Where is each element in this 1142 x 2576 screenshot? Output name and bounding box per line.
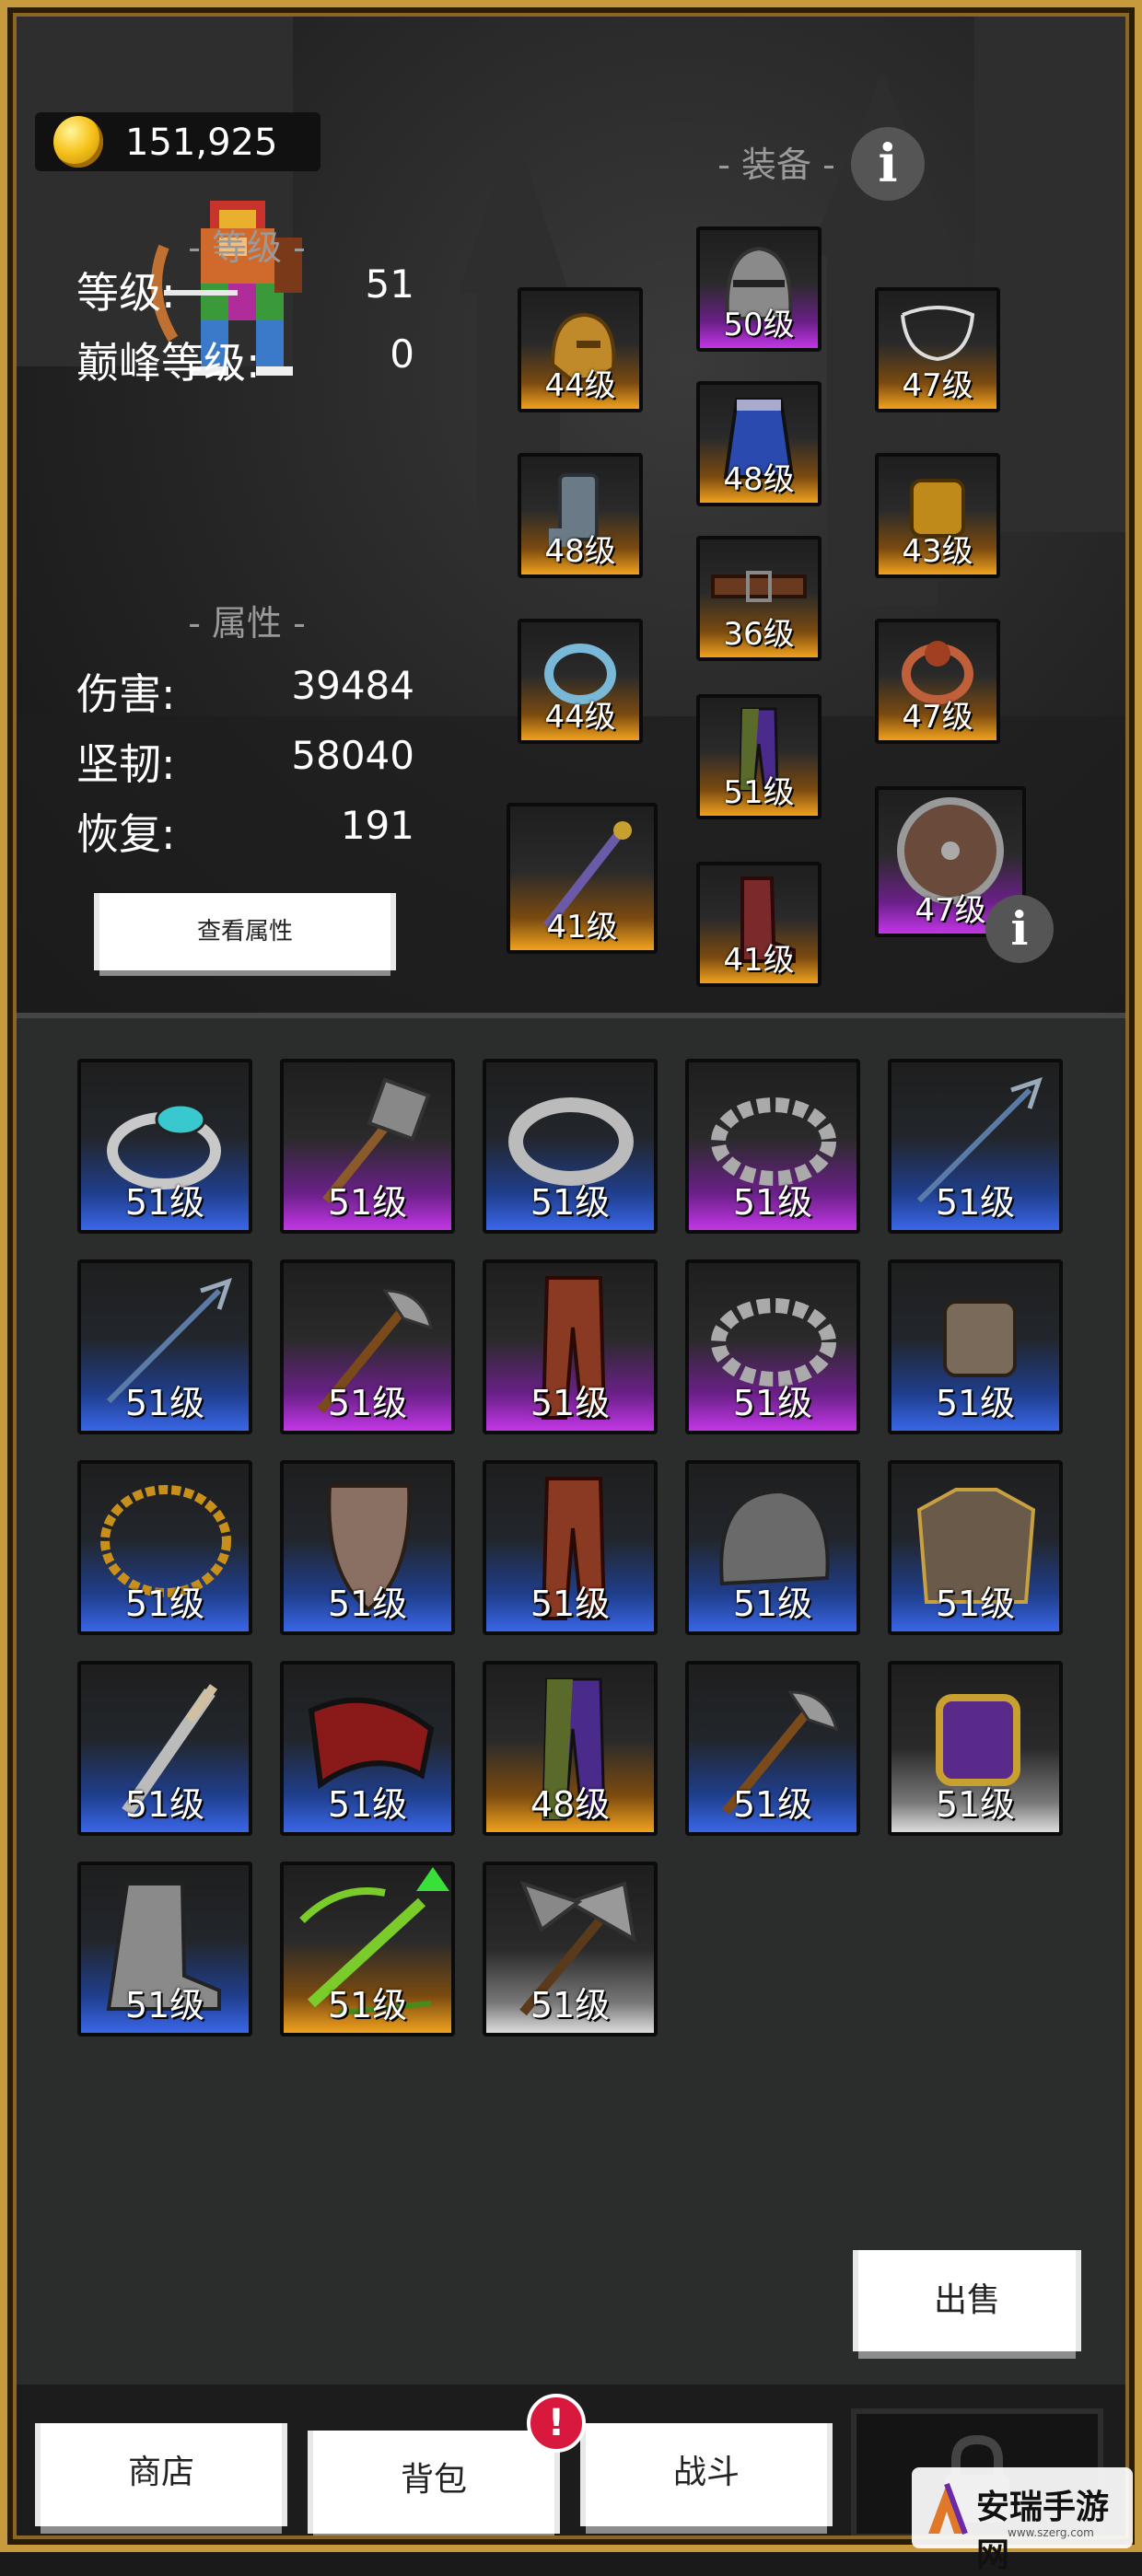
item-info-icon[interactable]: i — [985, 895, 1054, 963]
slot-level: 51级 — [530, 1985, 611, 2025]
equip-slot-gloves[interactable]: 48级 — [518, 453, 643, 578]
equip-slot-bracer[interactable]: 43级 — [875, 453, 1000, 578]
gold-amount: 151,925 — [125, 122, 278, 164]
slot-level: 47级 — [902, 699, 973, 736]
inventory-item[interactable]: 51级 — [280, 1661, 455, 1836]
nav-battle-button[interactable]: 战斗 — [586, 2423, 827, 2526]
inventory-item[interactable]: 51级 — [280, 1259, 455, 1434]
slot-level: 51级 — [732, 1784, 813, 1825]
level-label: 等级: — [76, 268, 176, 318]
slot-level: 51级 — [327, 1182, 408, 1223]
notification-badge: ! — [527, 2394, 586, 2453]
watermark: 安瑞手游网 www.szerg.com — [912, 2467, 1133, 2574]
slot-level: 48级 — [544, 533, 616, 570]
equip-slot-gold-helmet[interactable]: 44级 — [518, 287, 643, 412]
inventory-item[interactable]: 51级 — [685, 1460, 860, 1635]
equip-slot-belt[interactable]: 36级 — [696, 536, 822, 661]
inventory-item[interactable]: 51级 — [77, 1259, 252, 1434]
inventory-item[interactable]: 51级 — [888, 1259, 1063, 1434]
nav-shop-button[interactable]: 商店 — [41, 2423, 282, 2526]
attributes-section-title: - 属性 - — [188, 603, 306, 644]
inventory-item[interactable]: 51级 — [77, 1460, 252, 1635]
inventory-item[interactable]: 51级 — [888, 1059, 1063, 1234]
inventory-item[interactable]: 51级 — [483, 1259, 658, 1434]
view-attributes-button[interactable]: 查看属性 — [99, 893, 390, 970]
slot-level: 51级 — [124, 1383, 205, 1423]
slot-level: 48级 — [723, 461, 795, 498]
recovery-label: 恢复: — [76, 809, 176, 859]
slot-level: 51级 — [327, 1784, 408, 1825]
inventory-item[interactable]: 51级 — [280, 1059, 455, 1234]
inventory-item[interactable]: 51级 — [685, 1059, 860, 1234]
slot-level: 51级 — [935, 1182, 1016, 1223]
recovery-value: 191 — [340, 803, 414, 848]
equip-slot-necklace[interactable]: 47级 — [875, 287, 1000, 412]
slot-level: 47级 — [902, 367, 973, 404]
slot-level: 51级 — [732, 1182, 813, 1223]
watermark-logo-icon — [928, 2482, 968, 2535]
inventory-item[interactable]: 51级 — [280, 1862, 455, 2036]
slot-level: 51级 — [732, 1584, 813, 1624]
peak-level-label: 巅峰等级: — [76, 338, 261, 388]
nav-backpack-button[interactable]: 背包 — [313, 2431, 554, 2534]
slot-level: 51级 — [530, 1182, 611, 1223]
level-value: 51 — [365, 261, 414, 307]
equip-slot-ring1[interactable]: 44级 — [518, 619, 643, 744]
slot-level: 51级 — [124, 1584, 205, 1624]
info-icon[interactable]: i — [851, 127, 925, 201]
slot-level: 43级 — [902, 533, 973, 570]
slot-level: 41级 — [546, 909, 618, 946]
damage-value: 39484 — [291, 663, 414, 708]
inventory-item[interactable]: 51级 — [888, 1460, 1063, 1635]
slot-level: 48级 — [530, 1784, 611, 1825]
slot-level: 51级 — [124, 1784, 205, 1825]
toughness-label: 坚韧: — [76, 739, 176, 789]
upgrade-arrow-icon — [416, 1867, 449, 1891]
gold-display: 151,925 — [35, 112, 320, 171]
inventory-item[interactable]: 51级 — [483, 1460, 658, 1635]
equip-slot-helmet[interactable]: 50级 — [696, 226, 822, 352]
slot-level: 44级 — [544, 699, 616, 736]
slot-level: 50级 — [723, 307, 795, 343]
slot-level: 51级 — [327, 1584, 408, 1624]
inventory-item[interactable]: 51级 — [483, 1862, 658, 2036]
inventory-item[interactable]: 51级 — [280, 1460, 455, 1635]
peak-level-value: 0 — [390, 331, 414, 377]
inventory-item[interactable]: 51级 — [685, 1661, 860, 1836]
slot-level: 51级 — [327, 1985, 408, 2025]
slot-level: 51级 — [124, 1182, 205, 1223]
inventory-item[interactable]: 51级 — [77, 1862, 252, 2036]
sell-button[interactable]: 出售 — [858, 2250, 1076, 2351]
slot-level: 51级 — [530, 1584, 611, 1624]
watermark-url: www.szerg.com — [1008, 2526, 1094, 2539]
slot-level: 51级 — [124, 1985, 205, 2025]
inventory-item[interactable]: 51级 — [888, 1661, 1063, 1836]
slot-level: 51级 — [723, 774, 795, 811]
slot-level: 51级 — [732, 1383, 813, 1423]
character-panel: 151,925 - 装备 - i - 等级 - 等级: 51 巅峰等级: 0 -… — [17, 17, 1125, 1013]
inventory-item[interactable]: 51级 — [77, 1661, 252, 1836]
slot-level: 51级 — [327, 1383, 408, 1423]
equip-slot-pants[interactable]: 51级 — [696, 694, 822, 819]
equip-slot-cape[interactable]: 48级 — [696, 381, 822, 506]
equip-slot-boots[interactable]: 41级 — [696, 862, 822, 987]
damage-label: 伤害: — [76, 669, 176, 719]
equip-slot-ring2[interactable]: 47级 — [875, 619, 1000, 744]
slot-level: 51级 — [935, 1584, 1016, 1624]
slot-level: 51级 — [935, 1784, 1016, 1825]
inventory-item[interactable]: 51级 — [483, 1059, 658, 1234]
inventory-item[interactable]: 51级 — [685, 1259, 860, 1434]
slot-level: 51级 — [530, 1383, 611, 1423]
inventory-item[interactable]: 51级 — [77, 1059, 252, 1234]
equip-slot-weapon[interactable]: 41级 — [507, 803, 658, 954]
slot-level: 51级 — [935, 1383, 1016, 1423]
toughness-value: 58040 — [291, 733, 414, 778]
slot-level: 44级 — [544, 367, 616, 404]
gold-coin-icon — [53, 116, 103, 168]
slot-level: 41级 — [723, 942, 795, 979]
inventory-item[interactable]: 48级 — [483, 1661, 658, 1836]
slot-level: 36级 — [723, 616, 795, 653]
